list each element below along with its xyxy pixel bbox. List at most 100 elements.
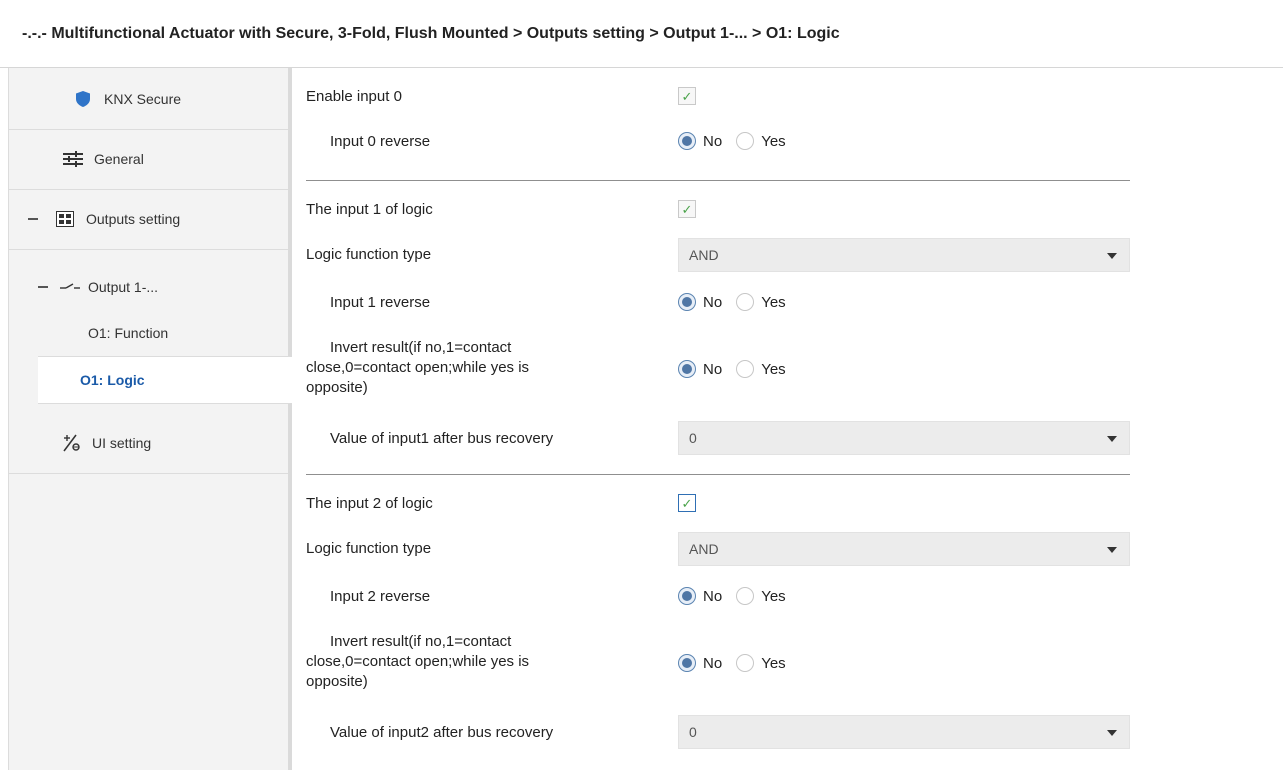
value2-recovery-select[interactable]: 0	[678, 715, 1130, 749]
invert2-label-line: close,0=contact open;while yes is	[306, 653, 530, 670]
sidebar-item-o1-logic[interactable]: O1: Logic	[38, 356, 290, 404]
select-value: 0	[689, 430, 697, 446]
invert2-label-line: opposite)	[306, 673, 368, 690]
row-invert2: Invert result(if no,1=contact close,0=co…	[306, 632, 1136, 696]
sidebar-separator	[8, 473, 288, 474]
logic2-type-label: Logic function type	[306, 540, 432, 557]
logic1-type-label: Logic function type	[306, 246, 432, 263]
collapse-icon[interactable]	[28, 218, 38, 220]
invert1-label-line: close,0=contact open;while yes is	[306, 359, 530, 376]
section-divider	[306, 474, 1130, 475]
invert1-yes-radio[interactable]	[736, 360, 755, 378]
input2-reverse-no-radio[interactable]	[678, 587, 696, 605]
row-logic1-type: Logic function type AND	[306, 238, 1136, 272]
select-value: AND	[689, 247, 719, 263]
section-divider	[306, 180, 1130, 181]
sidebar-item-label: O1: Logic	[80, 372, 145, 388]
row-value2-recovery: Value of input2 after bus recovery 0	[306, 715, 1136, 749]
sidebar-item-label: O1: Function	[88, 325, 169, 341]
input0-reverse-label: Input 0 reverse	[330, 133, 431, 150]
radio-label-no: No	[703, 654, 723, 672]
input2-logic-control: ✓	[678, 494, 696, 512]
value1-recovery-label: Value of input1 after bus recovery	[330, 430, 554, 447]
sidebar-item-ui-setting[interactable]: UI setting	[62, 414, 288, 472]
row-input2-logic: The input 2 of logic ✓	[306, 494, 1136, 518]
input1-logic-checkbox[interactable]: ✓	[678, 200, 696, 218]
sidebar-item-label: Output 1-...	[88, 279, 159, 295]
radio-label-yes: Yes	[761, 587, 786, 605]
value2-recovery-label: Value of input2 after bus recovery	[330, 724, 554, 741]
value1-recovery-select[interactable]: 0	[678, 421, 1130, 455]
enable-input0-label: Enable input 0	[306, 88, 402, 105]
row-input1-reverse: Input 1 reverse No Yes	[306, 293, 1136, 317]
row-enable-input0: Enable input 0 ✓	[306, 87, 1136, 111]
input1-reverse-yes-radio[interactable]	[736, 293, 755, 311]
row-invert1: Invert result(if no,1=contact close,0=co…	[306, 338, 1136, 402]
invert1-radio-group: No Yes	[678, 360, 800, 378]
input2-reverse-yes-radio[interactable]	[736, 587, 755, 605]
sliders-icon	[62, 150, 84, 168]
invert1-label: Invert result(if no,1=contact close,0=co…	[306, 338, 656, 398]
row-input0-reverse: Input 0 reverse No Yes	[306, 132, 1136, 156]
logic1-type-select[interactable]: AND	[678, 238, 1130, 272]
switch-contact-icon	[60, 278, 80, 296]
input2-reverse-label: Input 2 reverse	[330, 588, 431, 605]
radio-label-no: No	[703, 587, 723, 605]
invert2-no-radio[interactable]	[678, 654, 696, 672]
radio-label-no: No	[703, 360, 723, 378]
grid-icon	[56, 210, 74, 228]
sidebar-item-outputs-setting[interactable]: Outputs setting	[28, 190, 288, 248]
enable-input0-checkbox[interactable]: ✓	[678, 87, 696, 105]
invert1-label-line: Invert result(if no,1=contact	[330, 339, 512, 356]
logic2-type-select[interactable]: AND	[678, 532, 1130, 566]
selection-connector	[286, 357, 292, 403]
invert1-no-radio[interactable]	[678, 360, 696, 378]
select-value: AND	[689, 541, 719, 557]
radio-label-yes: Yes	[761, 132, 786, 150]
input2-logic-checkbox[interactable]: ✓	[678, 494, 696, 512]
radio-label-no: No	[703, 293, 723, 311]
input2-logic-label: The input 2 of logic	[306, 495, 433, 512]
ui-setting-icon	[62, 434, 82, 452]
sidebar-item-label: UI setting	[92, 435, 152, 451]
radio-label-no: No	[703, 132, 723, 150]
row-input2-reverse: Input 2 reverse No Yes	[306, 587, 1136, 611]
sidebar-item-output-1[interactable]: Output 1-...	[38, 264, 288, 310]
enable-input0-control: ✓	[678, 87, 696, 105]
invert2-label-line: Invert result(if no,1=contact	[330, 633, 512, 650]
collapse-icon[interactable]	[38, 286, 48, 288]
input1-reverse-label: Input 1 reverse	[330, 294, 431, 311]
sidebar-item-label: General	[94, 151, 144, 167]
input1-logic-control: ✓	[678, 200, 696, 218]
sidebar-item-label: KNX Secure	[104, 91, 182, 107]
radio-label-yes: Yes	[761, 360, 786, 378]
input2-reverse-radio-group: No Yes	[678, 587, 800, 605]
input0-reverse-yes-radio[interactable]	[736, 132, 755, 150]
chevron-down-icon	[1107, 547, 1117, 553]
checkmark-icon: ✓	[681, 495, 693, 511]
sidebar-separator	[8, 249, 288, 250]
sidebar-item-knx-secure[interactable]: KNX Secure	[74, 70, 288, 128]
row-logic2-type: Logic function type AND	[306, 532, 1136, 566]
breadcrumb-title: -.-.- Multifunctional Actuator with Secu…	[0, 0, 1283, 68]
checkmark-icon: ✓	[681, 201, 693, 217]
invert2-yes-radio[interactable]	[736, 654, 755, 672]
radio-label-yes: Yes	[761, 293, 786, 311]
chevron-down-icon	[1107, 436, 1117, 442]
input1-reverse-no-radio[interactable]	[678, 293, 696, 311]
chevron-down-icon	[1107, 730, 1117, 736]
sidebar-divider	[288, 68, 292, 770]
invert2-radio-group: No Yes	[678, 654, 800, 672]
shield-icon	[74, 90, 92, 108]
radio-label-yes: Yes	[761, 654, 786, 672]
row-value1-recovery: Value of input1 after bus recovery 0	[306, 421, 1136, 455]
sidebar-item-general[interactable]: General	[62, 130, 288, 188]
checkmark-icon: ✓	[681, 88, 693, 104]
sidebar-item-label: Outputs setting	[86, 211, 181, 227]
input0-reverse-no-radio[interactable]	[678, 132, 696, 150]
row-input1-logic: The input 1 of logic ✓	[306, 200, 1136, 224]
invert1-label-line: opposite)	[306, 379, 368, 396]
sidebar-item-o1-function[interactable]: O1: Function	[88, 310, 288, 356]
chevron-down-icon	[1107, 253, 1117, 259]
invert2-label: Invert result(if no,1=contact close,0=co…	[306, 632, 656, 692]
